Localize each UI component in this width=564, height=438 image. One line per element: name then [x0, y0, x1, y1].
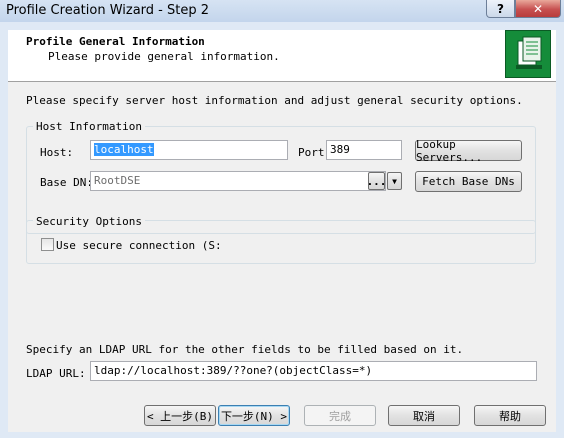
- intro-text: Please specify server host information a…: [26, 94, 523, 107]
- host-input[interactable]: localhost: [90, 140, 288, 160]
- title-bar: Profile Creation Wizard - Step 2 ? ✕: [0, 0, 564, 22]
- lookup-servers-label: Lookup Servers...: [416, 137, 483, 164]
- question-mark-icon: ?: [497, 1, 504, 16]
- fetch-base-dns-button[interactable]: Fetch Base DNs: [415, 171, 522, 192]
- close-icon: ✕: [532, 1, 544, 16]
- ldap-hint-text: Specify an LDAP URL for the other fields…: [26, 343, 464, 356]
- window-title: Profile Creation Wizard - Step 2: [6, 3, 209, 18]
- base-dn-value: RootDSE: [94, 174, 141, 187]
- base-dn-input[interactable]: RootDSE: [90, 171, 386, 191]
- header-title: Profile General Information: [26, 35, 205, 48]
- close-window-button[interactable]: ✕: [515, 0, 561, 18]
- help-button[interactable]: 帮助: [474, 405, 546, 426]
- browse-base-dn-button[interactable]: ...: [366, 172, 387, 190]
- finish-button[interactable]: 完成: [304, 405, 376, 426]
- secure-connection-label: Use secure connection (S:: [56, 239, 222, 252]
- next-button-label: 下一步(N) >: [220, 409, 288, 423]
- port-label: Port: [298, 146, 325, 159]
- base-dn-label: Base DN:: [40, 176, 93, 189]
- host-label: Host:: [40, 146, 74, 159]
- chevron-down-icon: ▼: [392, 176, 397, 186]
- server-book-icon: [505, 30, 551, 78]
- lookup-servers-button[interactable]: Lookup Servers...: [415, 137, 522, 164]
- port-input[interactable]: 389: [326, 140, 402, 160]
- cancel-button[interactable]: 取消: [388, 405, 460, 426]
- ldap-url-input[interactable]: ldap://localhost:389/??one?(objectClass=…: [90, 361, 537, 381]
- ldap-url-value: ldap://localhost:389/??one?(objectClass=…: [94, 364, 373, 377]
- cancel-button-label: 取消: [413, 409, 435, 423]
- secure-connection-checkbox[interactable]: [41, 238, 54, 251]
- fetch-base-dns-label: Fetch Base DNs: [422, 175, 515, 188]
- back-button[interactable]: < 上一步(B): [144, 405, 216, 426]
- host-value: localhost: [94, 143, 154, 156]
- finish-button-label: 完成: [329, 409, 351, 423]
- help-window-button[interactable]: ?: [486, 0, 515, 18]
- wizard-header: Profile General Information Please provi…: [8, 30, 556, 82]
- port-value: 389: [330, 143, 350, 156]
- ldap-url-label: LDAP URL:: [26, 367, 86, 380]
- next-button[interactable]: 下一步(N) >: [218, 405, 290, 426]
- help-button-label: 帮助: [499, 409, 521, 423]
- ellipsis-icon: ...: [366, 174, 387, 188]
- host-information-legend: Host Information: [33, 120, 145, 133]
- wizard-body: Profile General Information Please provi…: [8, 30, 556, 432]
- base-dn-dropdown-button[interactable]: ▼: [387, 172, 402, 190]
- security-options-legend: Security Options: [33, 215, 145, 228]
- back-button-label: < 上一步(B): [146, 409, 214, 423]
- header-subtitle: Please provide general information.: [48, 50, 280, 63]
